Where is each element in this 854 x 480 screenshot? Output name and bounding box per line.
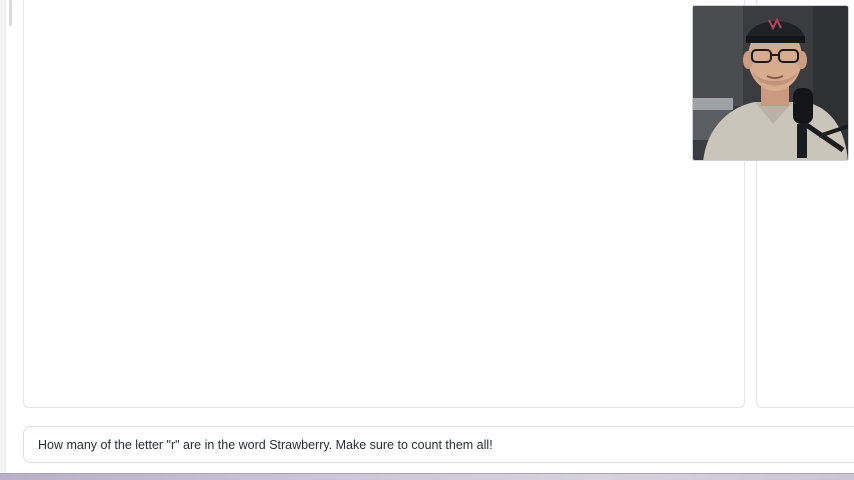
left-sidebar-edge (0, 0, 6, 474)
webcam-presenter-image (693, 6, 848, 160)
response-panel-left (23, 0, 745, 408)
webcam-overlay (692, 5, 849, 161)
scroll-indicator[interactable] (9, 0, 12, 26)
prompt-input-text[interactable]: How many of the letter "r" are in the wo… (38, 438, 493, 452)
app-page: How many of the letter "r" are in the wo… (0, 0, 854, 480)
window-bottom-edge (0, 473, 854, 480)
prompt-input[interactable]: How many of the letter "r" are in the wo… (23, 426, 854, 463)
